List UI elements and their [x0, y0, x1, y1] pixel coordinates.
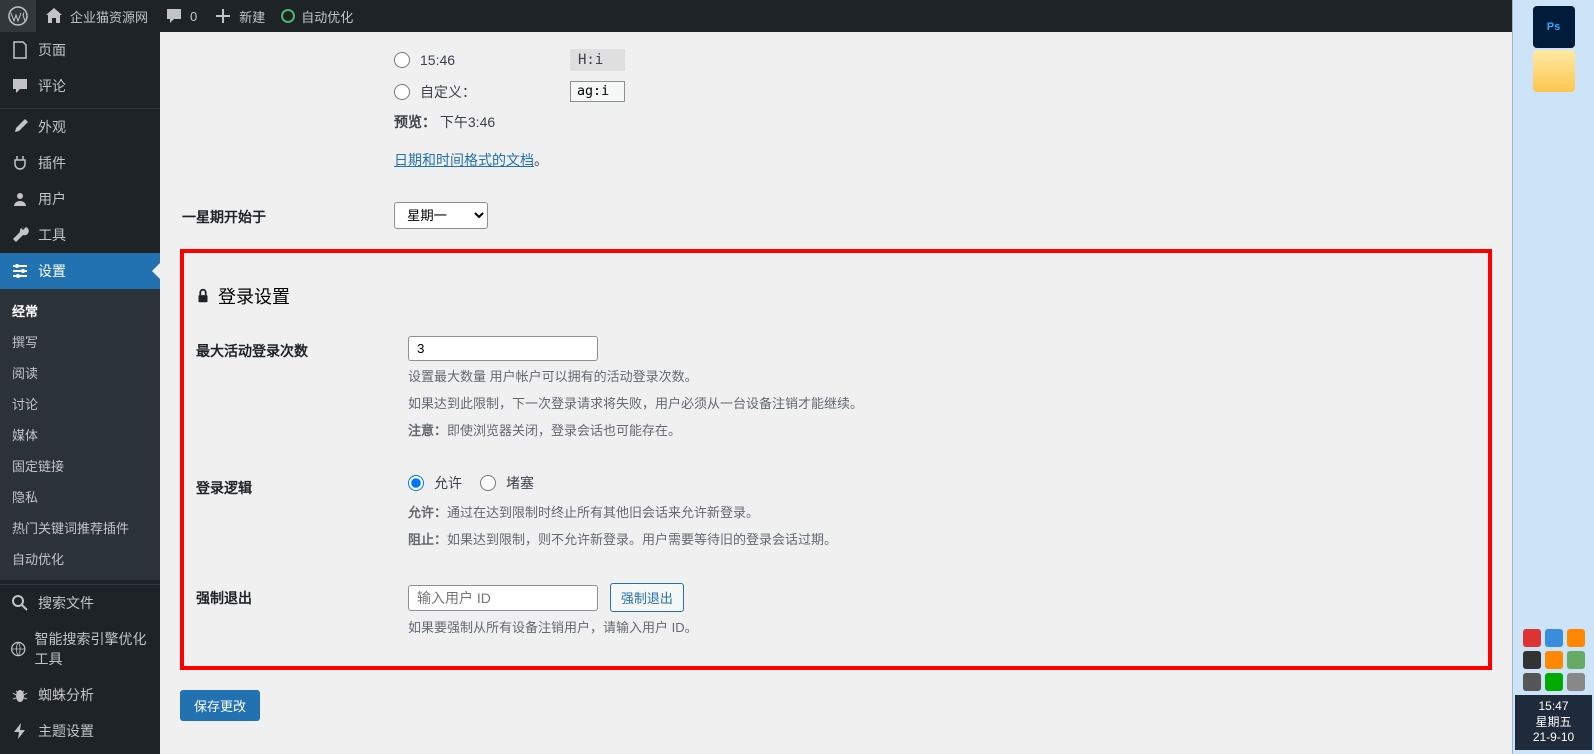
bolt-icon: [10, 721, 30, 741]
auto-opt-label: 自动优化: [301, 7, 353, 26]
globe-icon: [10, 639, 27, 659]
block-desc-prefix: 阻止：: [408, 532, 447, 547]
block-desc: 如果达到限制，则不允许新登录。用户需要等待旧的登录会话过期。: [447, 532, 837, 547]
allow-desc-prefix: 允许：: [408, 505, 447, 520]
max-logins-desc1: 设置最大数量 用户帐户可以拥有的活动登录次数。: [408, 367, 1466, 388]
sidebar-item-pages[interactable]: 页面: [0, 32, 160, 68]
user-icon: [10, 189, 30, 209]
login-logic-allow-label: 允许: [434, 473, 462, 493]
comments-item[interactable]: 0: [156, 0, 205, 32]
submenu-auto-opt[interactable]: 自动优化: [0, 543, 160, 574]
home-icon: [44, 6, 64, 26]
time-format-custom-input[interactable]: [570, 81, 625, 102]
submenu-permalinks[interactable]: 固定链接: [0, 450, 160, 481]
tray-icon-6[interactable]: [1567, 651, 1585, 669]
time-format-radio-custom[interactable]: [394, 84, 410, 100]
main-content: 15:46 H:i 自定义： 预览： 下午3:46 日期和时间格式的文档。 一星…: [160, 32, 1512, 754]
tray-icon-8[interactable]: [1545, 673, 1563, 691]
tray-icon-1[interactable]: [1523, 629, 1541, 647]
max-logins-label: 最大活动登录次数: [196, 321, 396, 456]
force-logout-input[interactable]: [408, 585, 598, 611]
admin-bar: 企业猫资源网 0 新建 自动优化 你好，皇城: [0, 0, 1594, 32]
max-logins-desc3: 即使浏览器关闭，登录会话也可能存在。: [447, 423, 681, 438]
photoshop-icon[interactable]: Ps: [1533, 6, 1575, 48]
submenu-writing[interactable]: 撰写: [0, 326, 160, 357]
sliders-icon: [10, 261, 30, 281]
week-start-label: 一星期开始于: [182, 187, 382, 247]
windows-taskbar: Ps: [1512, 0, 1594, 716]
sidebar-item-users[interactable]: 用户: [0, 181, 160, 217]
submenu-hot-keywords[interactable]: 热门关键词推荐插件: [0, 512, 160, 543]
save-button[interactable]: 保存更改: [180, 690, 260, 721]
login-logic-allow-radio[interactable]: [408, 475, 424, 491]
time-format-label-1546: 15:46: [420, 52, 530, 68]
sidebar-collapse[interactable]: 收起菜单: [0, 749, 160, 754]
system-tray: 15:47 星期五 21-9-10: [1512, 621, 1594, 754]
site-name-item[interactable]: 企业猫资源网: [36, 0, 156, 32]
folder-icon[interactable]: [1533, 50, 1575, 92]
page-icon: [10, 40, 30, 60]
sidebar-item-seo-tools[interactable]: 智能搜索引擎优化工具: [0, 621, 160, 677]
settings-submenu: 经常 撰写 阅读 讨论 媒体 固定链接 隐私 热门关键词推荐插件 自动优化: [0, 289, 160, 580]
plug-icon: [10, 153, 30, 173]
tray-icon-4[interactable]: [1523, 651, 1541, 669]
tray-icon-7[interactable]: [1523, 673, 1541, 691]
login-settings-title: 登录设置: [194, 283, 1478, 309]
wrench-icon: [10, 225, 30, 245]
tray-icon-3[interactable]: [1567, 629, 1585, 647]
auto-optimize-item[interactable]: 自动优化: [273, 0, 361, 32]
force-logout-desc: 如果要强制从所有设备注销用户，请输入用户 ID。: [408, 618, 1466, 639]
login-settings-highlight: 登录设置 最大活动登录次数 设置最大数量 用户帐户可以拥有的活动登录次数。 如果…: [180, 249, 1492, 670]
sidebar-item-theme-settings[interactable]: 主题设置: [0, 713, 160, 749]
comments-count: 0: [190, 9, 197, 24]
submenu-general[interactable]: 经常: [0, 295, 160, 326]
tray-clock[interactable]: 15:47 星期五 21-9-10: [1515, 695, 1592, 750]
sidebar-item-appearance[interactable]: 外观: [0, 109, 160, 145]
sidebar-item-tools[interactable]: 工具: [0, 217, 160, 253]
login-logic-block-radio[interactable]: [480, 475, 496, 491]
datetime-doc-link[interactable]: 日期和时间格式的文档: [394, 152, 534, 168]
tray-icon-2[interactable]: [1545, 629, 1563, 647]
week-start-select[interactable]: 星期一: [394, 202, 488, 229]
force-logout-label: 强制退出: [196, 568, 396, 654]
search-icon: [10, 593, 30, 613]
max-logins-desc3-prefix: 注意：: [408, 423, 447, 438]
lock-icon: [194, 287, 212, 305]
preview-value: 下午3:46: [440, 114, 495, 130]
plus-icon: [213, 6, 233, 26]
bug-icon: [10, 685, 30, 705]
time-format-label-custom: 自定义：: [420, 82, 530, 102]
force-logout-button[interactable]: 强制退出: [610, 583, 684, 612]
submenu-media[interactable]: 媒体: [0, 419, 160, 450]
time-format-radio-1546[interactable]: [394, 52, 410, 68]
new-label: 新建: [239, 7, 265, 26]
submenu-discussion[interactable]: 讨论: [0, 388, 160, 419]
sidebar-item-plugins[interactable]: 插件: [0, 145, 160, 181]
new-item[interactable]: 新建: [205, 0, 273, 32]
wp-logo-item[interactable]: [0, 0, 36, 32]
max-logins-desc2: 如果达到此限制，下一次登录请求将失败，用户必须从一台设备注销才能继续。: [408, 394, 1466, 415]
comment-icon: [10, 76, 30, 96]
sidebar-item-search-files[interactable]: 搜索文件: [0, 585, 160, 621]
wordpress-icon: [8, 6, 28, 26]
login-logic-label: 登录逻辑: [196, 458, 396, 566]
tray-icon-5[interactable]: [1545, 651, 1563, 669]
brush-icon: [10, 117, 30, 137]
admin-sidebar: 页面 评论 外观 插件 用户 工具 设置 经常 撰写 阅读 讨论 媒体 固定链接…: [0, 32, 160, 754]
sidebar-item-settings[interactable]: 设置: [0, 253, 160, 289]
submenu-privacy[interactable]: 隐私: [0, 481, 160, 512]
speaker-icon[interactable]: [1567, 673, 1585, 691]
max-logins-input[interactable]: [408, 336, 598, 361]
login-logic-block-label: 堵塞: [506, 473, 534, 493]
comment-icon: [164, 6, 184, 26]
sidebar-item-spider[interactable]: 蜘蛛分析: [0, 677, 160, 713]
time-format-code-hi: H:i: [570, 49, 625, 71]
circle-icon: [281, 9, 295, 23]
sidebar-item-comments[interactable]: 评论: [0, 68, 160, 104]
site-name: 企业猫资源网: [70, 7, 148, 26]
preview-label: 预览：: [394, 114, 436, 130]
submenu-reading[interactable]: 阅读: [0, 357, 160, 388]
allow-desc: 通过在达到限制时终止所有其他旧会话来允许新登录。: [447, 505, 759, 520]
